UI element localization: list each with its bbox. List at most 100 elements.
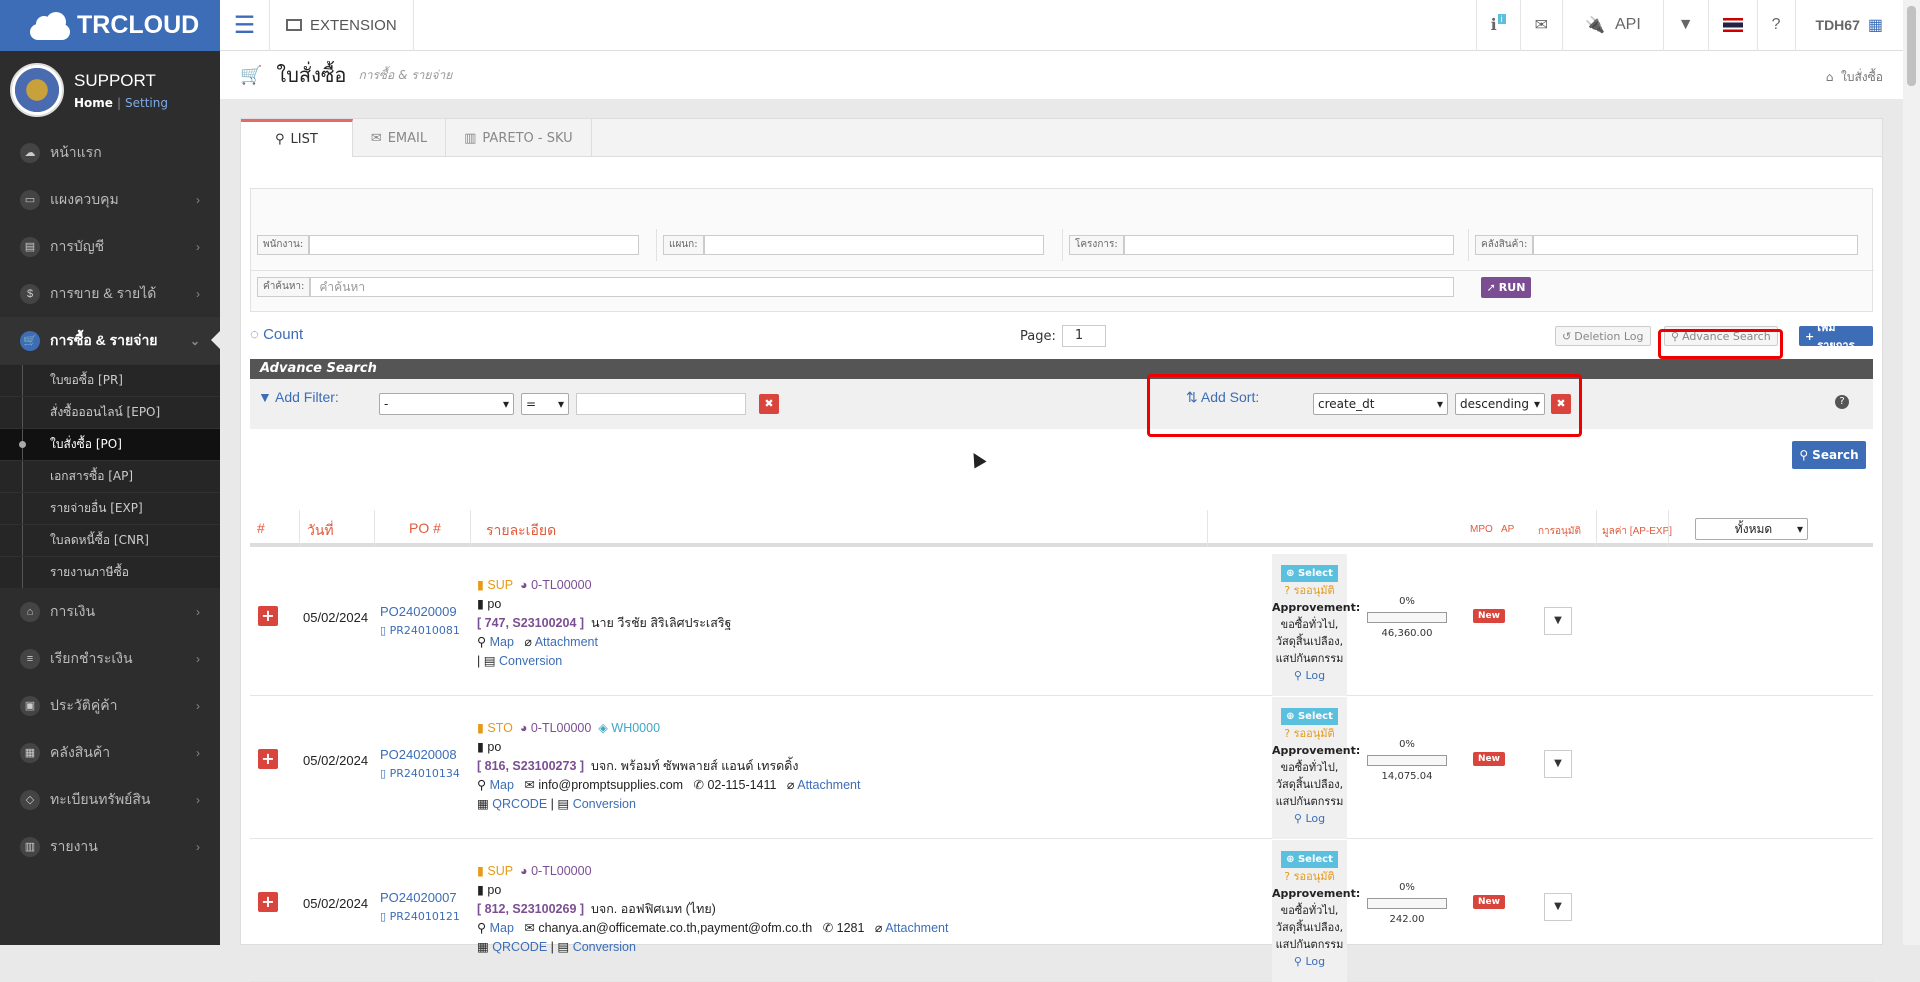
conversion-link[interactable]: Conversion [573,940,636,954]
run-button[interactable]: ➚ RUN [1481,277,1531,298]
submenu-item-po[interactable]: ใบสั่งซื้อ [PO] [0,428,220,460]
caret-down-button[interactable]: ▼ [1662,0,1708,51]
keyword-search-input[interactable]: คำค้นหา [310,276,1455,297]
tab-pareto[interactable]: ▥ PARETO - SKU [446,119,592,157]
conversion-link[interactable]: Conversion [573,797,636,811]
department-input[interactable] [703,235,1044,255]
row-actions-dropdown[interactable]: ▼ [1544,607,1572,635]
chevron-right-icon: › [196,604,200,619]
tab-list[interactable]: ⚲ LIST [241,119,353,157]
pr-link[interactable]: ▯ PR24010134 [380,767,460,780]
help-button[interactable]: ? [1756,0,1795,51]
submenu-item-pr[interactable]: ใบขอซื้อ [PR] [0,364,220,396]
filter-value-input[interactable] [576,393,746,415]
attachment-link[interactable]: Attachment [535,635,598,649]
setting-link[interactable]: Setting [125,96,168,110]
progress-bar [1367,898,1447,909]
row-actions-dropdown[interactable]: ▼ [1544,893,1572,921]
log-link[interactable]: ⚲ Log [1272,810,1347,827]
brand-logo[interactable]: TRCLOUD [0,0,220,51]
help-icon[interactable]: ? [1835,395,1849,409]
receipt-icon: ≡ [20,648,40,669]
status-filter-select[interactable]: ทั้งหมด [1695,518,1808,540]
sidebar-item-assets[interactable]: ◇ ทะเบียนทรัพย์สิน › [0,776,220,823]
po-link[interactable]: PO24020009 [380,604,457,619]
pie-chart-icon: ◕ [520,578,528,592]
mail-button[interactable]: ✉ [1519,0,1562,51]
conversion-link[interactable]: Conversion [499,654,562,668]
sidebar-item-accounting[interactable]: ▤ การบัญชี › [0,223,220,270]
submenu-item-ap[interactable]: เอกสารซื้อ [AP] [0,460,220,492]
filter-field-select[interactable]: - [379,393,514,415]
tab-email[interactable]: ✉ EMAIL [353,119,447,157]
select-button[interactable]: ⊕ Select [1281,708,1338,725]
sidebar-item-sales[interactable]: $ การขาย & รายได้ › [0,270,220,317]
search-icon: ⚲ [1799,448,1809,462]
table-row: + 05/02/2024 PO24020008 ▯ PR24010134 ▮ S… [250,697,1873,839]
envelope-icon: ✉ [370,130,382,146]
submenu-item-exp[interactable]: รายจ่ายอื่น [EXP] [0,492,220,524]
remove-filter-button[interactable]: ✖ [759,394,779,414]
home-icon[interactable]: ⌂ [1826,70,1834,84]
sidebar-item-finance[interactable]: ⌂ การเงิน › [0,588,220,635]
map-link[interactable]: Map [490,635,514,649]
language-button[interactable] [1707,0,1757,51]
add-item-button[interactable]: + เพิ่มรายการ [1799,321,1873,352]
filter-operator-select[interactable]: = [521,393,569,415]
pie-chart-icon: ◕ [520,864,528,878]
qrcode-link[interactable]: QRCODE [492,940,547,954]
api-button[interactable]: 🔌 API [1562,0,1663,51]
log-link[interactable]: ⚲ Log [1272,953,1347,970]
map-link[interactable]: Map [490,778,514,792]
attachment-link[interactable]: Attachment [797,778,860,792]
submenu-item-tax-report[interactable]: รายงานภาษีซื้อ [0,556,220,588]
project-input[interactable] [1123,235,1454,255]
sidebar-item-contacts[interactable]: ▣ ประวัติคู่ค้า › [0,682,220,729]
expand-row-button[interactable]: + [258,606,278,626]
filter-icon: ▼ [258,389,272,405]
home-link[interactable]: Home [74,96,113,110]
employee-input[interactable] [309,235,640,255]
sidebar-item-inventory[interactable]: ▦ คลังสินค้า › [0,729,220,776]
submenu-item-cnr[interactable]: ใบลดหนี้ซื้อ [CNR] [0,524,220,556]
book-icon: ▮ [477,864,484,878]
pr-link[interactable]: ▯ PR24010081 [380,624,460,637]
sidebar-item-dashboard[interactable]: ▭ แผงควบคุม › [0,176,220,223]
row-actions-dropdown[interactable]: ▼ [1544,750,1572,778]
warehouse-label: คลังสินค้า: [1475,235,1534,255]
conversion-icon: ▤ [483,654,496,668]
submenu-item-epo[interactable]: สั่งซื้อออนไลน์ [EPO] [0,396,220,428]
scrollbar[interactable] [1903,0,1920,945]
user-button[interactable]: TDH67 ▦ [1794,0,1903,51]
count-link[interactable]: ◌ Count [250,326,303,343]
profile-name: SUPPORT [74,70,156,90]
status-badge: New [1473,752,1505,766]
sidebar-item-purchase[interactable]: 🛒 การซื้อ & รายจ่าย ⌄ [0,317,220,364]
conversion-icon: ▤ [557,940,570,954]
qrcode-link[interactable]: QRCODE [492,797,547,811]
expand-row-button[interactable]: + [258,892,278,912]
log-link[interactable]: ⚲ Log [1272,667,1347,684]
status-badge: New [1473,609,1505,623]
extension-button[interactable]: EXTENSION [270,0,414,51]
info-button[interactable]: ℹi [1475,0,1520,51]
search-button[interactable]: ⚲ Search [1792,441,1866,469]
po-link[interactable]: PO24020008 [380,747,457,762]
hamburger-menu-icon[interactable]: ☰ [220,0,270,51]
phone-icon: ✆ [822,921,834,935]
pr-link[interactable]: ▯ PR24010121 [380,910,460,923]
page-input[interactable]: 1 [1061,325,1106,347]
deletion-log-button[interactable]: ↺ Deletion Log [1555,326,1651,346]
sidebar-item-reports[interactable]: ▥ รายงาน › [0,823,220,870]
expand-row-button[interactable]: + [258,749,278,769]
select-button[interactable]: ⊕ Select [1281,851,1338,868]
envelope-icon: ✉ [524,921,535,935]
warehouse-input[interactable] [1533,235,1859,255]
scrollbar-thumb[interactable] [1907,6,1916,86]
map-link[interactable]: Map [490,921,514,935]
select-button[interactable]: ⊕ Select [1281,565,1338,582]
sidebar-item-billing[interactable]: ≡ เรียกชำระเงิน › [0,635,220,682]
sidebar-item-home[interactable]: ☁ หน้าแรก [0,129,220,176]
po-link[interactable]: PO24020007 [380,890,457,905]
attachment-link[interactable]: Attachment [885,921,948,935]
